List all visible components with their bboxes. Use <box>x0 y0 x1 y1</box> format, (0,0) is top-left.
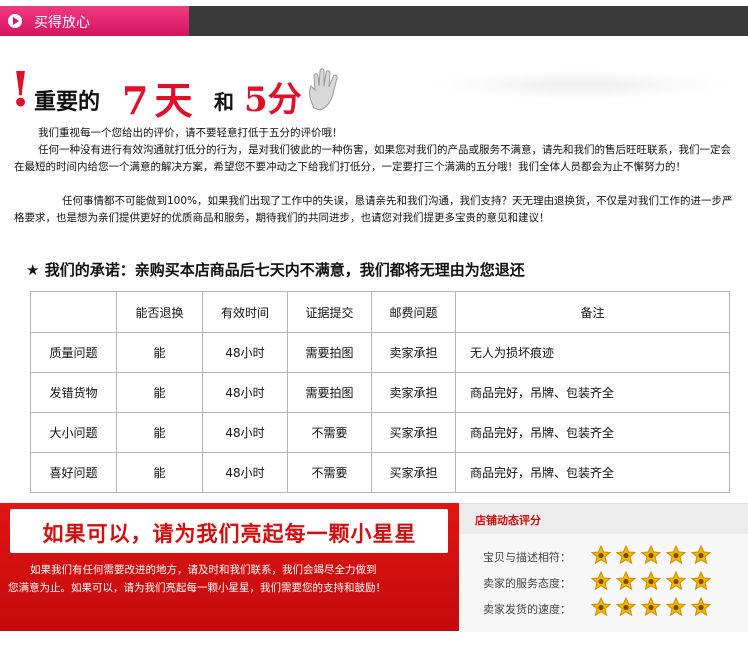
intro-paragraph-3: 任何事情都不可能做到100%，如果我们出现了工作中的失误，恳请亲先和我们沟通，我… <box>14 195 733 225</box>
star-icon <box>616 597 636 617</box>
star-icon <box>591 571 611 591</box>
rating-row-shipping: 卖家发货的速度： <box>473 596 743 620</box>
table-header-cell: 证据提交 <box>287 291 372 333</box>
table-cell: 发错货物 <box>30 372 117 413</box>
star-icon <box>691 545 711 565</box>
star-icon <box>591 545 611 565</box>
table-cell: 需要拍图 <box>287 332 372 373</box>
star-appeal-body: 如果我们有任何需要改进的地方，请及时和我们联系，我们会竭尽全力做到 您满意为止。… <box>8 561 454 597</box>
star-icon <box>666 545 686 565</box>
title-part-seven-days: 7天 <box>122 78 199 123</box>
rating-stars <box>591 545 716 565</box>
hand-icon <box>309 68 338 111</box>
star-appeal-panel: 如果可以，请为我们亮起每一颗小星星 如果我们有任何需要改进的地方，请及时和我们联… <box>0 503 459 631</box>
table-cell: 能 <box>116 412 203 453</box>
star-appeal-headline: 如果可以，请为我们亮起每一颗小星星 <box>42 521 417 546</box>
title-part-important: 重要的 <box>34 90 101 115</box>
intro-paragraph-2: 任何一种没有进行有效沟通就打低分的行为，是对我们彼此的一种伤害，如果您对我们的产… <box>14 144 731 174</box>
star-icon <box>616 545 636 565</box>
table-cell: 48小时 <box>202 332 288 373</box>
table-cell: 能 <box>116 452 203 493</box>
table-cell: 买家承担 <box>371 412 456 453</box>
table-cell: 需要拍图 <box>287 372 372 413</box>
star-icon <box>591 597 611 617</box>
promise-heading: ★ 我们的承诺：亲购买本店商品后七天内不满意，我们都将无理由为您退还 <box>26 259 525 280</box>
title-part-and: 和 <box>214 90 234 114</box>
table-row: 喜好问题 能 48小时 不需要 买家承担 商品完好，吊牌、包装齐全 <box>30 452 730 493</box>
star-appeal-line-2: 您满意为止。如果可以，请为我们亮起每一颗小星星，我们需要您的支持和鼓励！ <box>8 582 386 594</box>
shop-rating-title: 店铺动态评分 <box>475 514 541 527</box>
table-header-cell <box>30 291 117 333</box>
page-title: ! 重要的 7天 和 5分 <box>10 62 748 123</box>
table-row: 发错货物 能 48小时 需要拍图 卖家承担 商品完好，吊牌、包装齐全 <box>30 372 730 413</box>
table-cell: 喜好问题 <box>30 452 117 493</box>
play-arrow-icon <box>8 14 22 28</box>
table-cell: 48小时 <box>202 372 288 413</box>
table-cell: 商品完好，吊牌、包装齐全 <box>455 452 730 493</box>
section-tab: 买得放心 <box>0 6 189 36</box>
table-cell: 质量问题 <box>30 332 117 373</box>
star-icon <box>641 571 661 591</box>
table-header-cell: 能否退换 <box>116 291 203 333</box>
table-header-cell: 邮费问题 <box>371 291 456 333</box>
table-cell: 能 <box>116 332 203 373</box>
rating-row-description: 宝贝与描述相符： <box>473 544 743 568</box>
section-tab-label: 买得放心 <box>34 15 90 31</box>
title-part-five-points: 5分 <box>244 80 302 120</box>
table-cell: 无人为损坏痕迹 <box>455 332 730 373</box>
table-header-cell: 有效时间 <box>202 291 288 333</box>
table-cell: 不需要 <box>287 452 372 493</box>
section-header-bar: 买得放心 <box>0 6 748 36</box>
star-icon <box>691 571 711 591</box>
star-icon <box>666 597 686 617</box>
table-cell: 48小时 <box>202 452 288 493</box>
star-icon <box>666 571 686 591</box>
table-cell: 买家承担 <box>371 452 456 493</box>
table-cell: 能 <box>116 372 203 413</box>
star-icon <box>641 597 661 617</box>
table-cell: 不需要 <box>287 412 372 453</box>
table-cell: 卖家承担 <box>371 332 456 373</box>
intro-paragraph-1: 我们重视每一个您给出的评价，请不要轻意打低于五分的评价哦！ <box>38 127 343 139</box>
shop-rating-panel: 店铺动态评分 宝贝与描述相符： 卖家的服务态度： 卖家发货的速度： <box>459 503 748 632</box>
table-header-row: 能否退换 有效时间 证据提交 邮费问题 备注 <box>30 291 730 333</box>
rating-label: 卖家的服务态度： <box>483 577 571 590</box>
star-appeal-line-1: 如果我们有任何需要改进的地方，请及时和我们联系，我们会竭尽全力做到 <box>30 564 377 576</box>
rating-label: 卖家发货的速度： <box>483 603 571 616</box>
table-cell: 商品完好，吊牌、包装齐全 <box>455 372 730 413</box>
table-cell: 48小时 <box>202 412 288 453</box>
table-row: 质量问题 能 48小时 需要拍图 卖家承担 无人为损坏痕迹 <box>30 332 730 373</box>
rating-row-service: 卖家的服务态度： <box>473 570 743 594</box>
return-policy-table: 能否退换 有效时间 证据提交 邮费问题 备注 质量问题 能 48小时 需要拍图 … <box>30 291 730 493</box>
star-icon <box>691 597 711 617</box>
table-cell: 商品完好，吊牌、包装齐全 <box>455 412 730 453</box>
star-icon: ★ <box>26 261 40 279</box>
promise-text: 我们的承诺：亲购买本店商品后七天内不满意，我们都将无理由为您退还 <box>44 261 525 279</box>
star-icon <box>616 571 636 591</box>
rating-stars <box>591 597 716 617</box>
exclamation-mark: ! <box>10 62 32 118</box>
rating-stars <box>591 571 716 591</box>
table-header-cell: 备注 <box>455 291 730 333</box>
rating-label: 宝贝与描述相符： <box>483 551 571 564</box>
table-cell: 卖家承担 <box>371 372 456 413</box>
star-icon <box>641 545 661 565</box>
table-cell: 大小问题 <box>30 412 117 453</box>
table-row: 大小问题 能 48小时 不需要 买家承担 商品完好，吊牌、包装齐全 <box>30 412 730 453</box>
